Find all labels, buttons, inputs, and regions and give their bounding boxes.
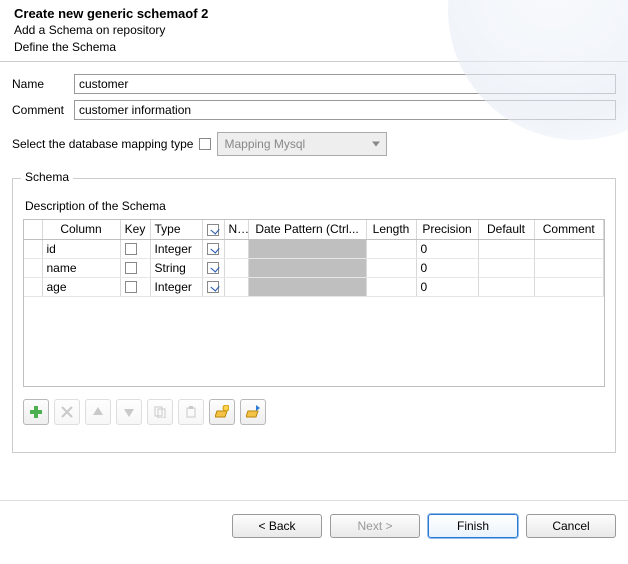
- cell-comment[interactable]: [534, 277, 604, 296]
- schema-table: Column Key Type N.. Date Pattern (Ctrl..…: [24, 220, 604, 297]
- row-gutter: [24, 277, 42, 296]
- nullable-checkbox[interactable]: [207, 243, 219, 255]
- table-row[interactable]: id Integer 0: [24, 239, 604, 258]
- mapping-row: Select the database mapping type Mapping…: [12, 132, 616, 156]
- mapping-type-value: Mapping Mysql: [224, 137, 305, 151]
- comment-input[interactable]: [74, 100, 616, 120]
- mapping-enable-checkbox[interactable]: [199, 138, 211, 150]
- cancel-button[interactable]: Cancel: [526, 514, 616, 538]
- name-row: Name: [12, 74, 616, 94]
- cell-key[interactable]: [120, 258, 150, 277]
- cell-default[interactable]: [478, 239, 534, 258]
- schema-table-body: id Integer 0 name: [24, 239, 604, 296]
- col-header-check[interactable]: [202, 220, 224, 239]
- add-row-button[interactable]: [23, 399, 49, 425]
- cell-column[interactable]: id: [42, 239, 120, 258]
- import-icon: [215, 405, 229, 419]
- row-gutter: [24, 258, 42, 277]
- row-gutter: [24, 239, 42, 258]
- cell-n2[interactable]: [224, 258, 248, 277]
- col-length[interactable]: Length: [366, 220, 416, 239]
- cell-length[interactable]: [366, 258, 416, 277]
- import-schema-button[interactable]: [209, 399, 235, 425]
- export-icon: [246, 405, 260, 419]
- move-down-button[interactable]: [116, 399, 142, 425]
- schema-legend: Schema: [21, 170, 73, 184]
- copy-icon: [154, 406, 166, 418]
- cell-type[interactable]: Integer: [150, 239, 202, 258]
- dialog-body: Name Comment Select the database mapping…: [0, 62, 628, 500]
- cell-type[interactable]: String: [150, 258, 202, 277]
- copy-button[interactable]: [147, 399, 173, 425]
- mapping-type-select[interactable]: Mapping Mysql: [217, 132, 387, 156]
- cell-precision[interactable]: 0: [416, 277, 478, 296]
- cell-comment[interactable]: [534, 258, 604, 277]
- col-key[interactable]: Key: [120, 220, 150, 239]
- table-toolbar: [23, 399, 605, 425]
- table-row[interactable]: name String 0: [24, 258, 604, 277]
- col-precision[interactable]: Precision: [416, 220, 478, 239]
- paste-button[interactable]: [178, 399, 204, 425]
- paste-icon: [185, 406, 197, 418]
- cell-precision[interactable]: 0: [416, 258, 478, 277]
- col-column[interactable]: Column: [42, 220, 120, 239]
- col-date-pattern[interactable]: Date Pattern (Ctrl...: [248, 220, 366, 239]
- schema-table-wrap[interactable]: Column Key Type N.. Date Pattern (Ctrl..…: [23, 219, 605, 387]
- col-gutter: [24, 220, 42, 239]
- name-label: Name: [12, 77, 74, 91]
- cell-nullable[interactable]: [202, 258, 224, 277]
- nullable-checkbox[interactable]: [207, 281, 219, 293]
- next-button: Next >: [330, 514, 420, 538]
- cell-column[interactable]: age: [42, 277, 120, 296]
- comment-label: Comment: [12, 103, 74, 117]
- cell-date-pattern[interactable]: [248, 258, 366, 277]
- cell-precision[interactable]: 0: [416, 239, 478, 258]
- cell-date-pattern[interactable]: [248, 239, 366, 258]
- dialog-title: Create new generic schemaof 2: [14, 6, 614, 21]
- x-icon: [61, 406, 73, 418]
- export-schema-button[interactable]: [240, 399, 266, 425]
- cell-n2[interactable]: [224, 277, 248, 296]
- schema-description: Description of the Schema: [23, 199, 605, 213]
- cell-default[interactable]: [478, 258, 534, 277]
- schema-group: Schema Description of the Schema Column …: [12, 178, 616, 453]
- cell-n2[interactable]: [224, 239, 248, 258]
- back-button[interactable]: < Back: [232, 514, 322, 538]
- header-checkbox-icon: [207, 224, 219, 236]
- name-input[interactable]: [74, 74, 616, 94]
- cell-nullable[interactable]: [202, 239, 224, 258]
- table-row[interactable]: age Integer 0: [24, 277, 604, 296]
- move-up-button[interactable]: [85, 399, 111, 425]
- col-comment[interactable]: Comment: [534, 220, 604, 239]
- cell-column[interactable]: name: [42, 258, 120, 277]
- arrow-down-icon: [123, 406, 135, 418]
- dialog-subtitle-2: Define the Schema: [14, 40, 614, 55]
- delete-row-button[interactable]: [54, 399, 80, 425]
- cell-date-pattern[interactable]: [248, 277, 366, 296]
- dialog-subtitle-1: Add a Schema on repository: [14, 23, 614, 38]
- cell-comment[interactable]: [534, 239, 604, 258]
- col-type[interactable]: Type: [150, 220, 202, 239]
- nullable-checkbox[interactable]: [207, 262, 219, 274]
- cell-length[interactable]: [366, 277, 416, 296]
- plus-icon: [29, 405, 43, 419]
- arrow-up-icon: [92, 406, 104, 418]
- cell-key[interactable]: [120, 239, 150, 258]
- cell-type[interactable]: Integer: [150, 277, 202, 296]
- cell-default[interactable]: [478, 277, 534, 296]
- cell-length[interactable]: [366, 239, 416, 258]
- col-default[interactable]: Default: [478, 220, 534, 239]
- dialog-header: Create new generic schemaof 2 Add a Sche…: [0, 0, 628, 62]
- cell-nullable[interactable]: [202, 277, 224, 296]
- col-nullable[interactable]: N..: [224, 220, 248, 239]
- table-header-row: Column Key Type N.. Date Pattern (Ctrl..…: [24, 220, 604, 239]
- dialog-footer: < Back Next > Finish Cancel: [0, 500, 628, 550]
- comment-row: Comment: [12, 100, 616, 120]
- key-checkbox[interactable]: [125, 243, 137, 255]
- mapping-label: Select the database mapping type: [12, 137, 193, 151]
- key-checkbox[interactable]: [125, 281, 137, 293]
- finish-button[interactable]: Finish: [428, 514, 518, 538]
- key-checkbox[interactable]: [125, 262, 137, 274]
- cell-key[interactable]: [120, 277, 150, 296]
